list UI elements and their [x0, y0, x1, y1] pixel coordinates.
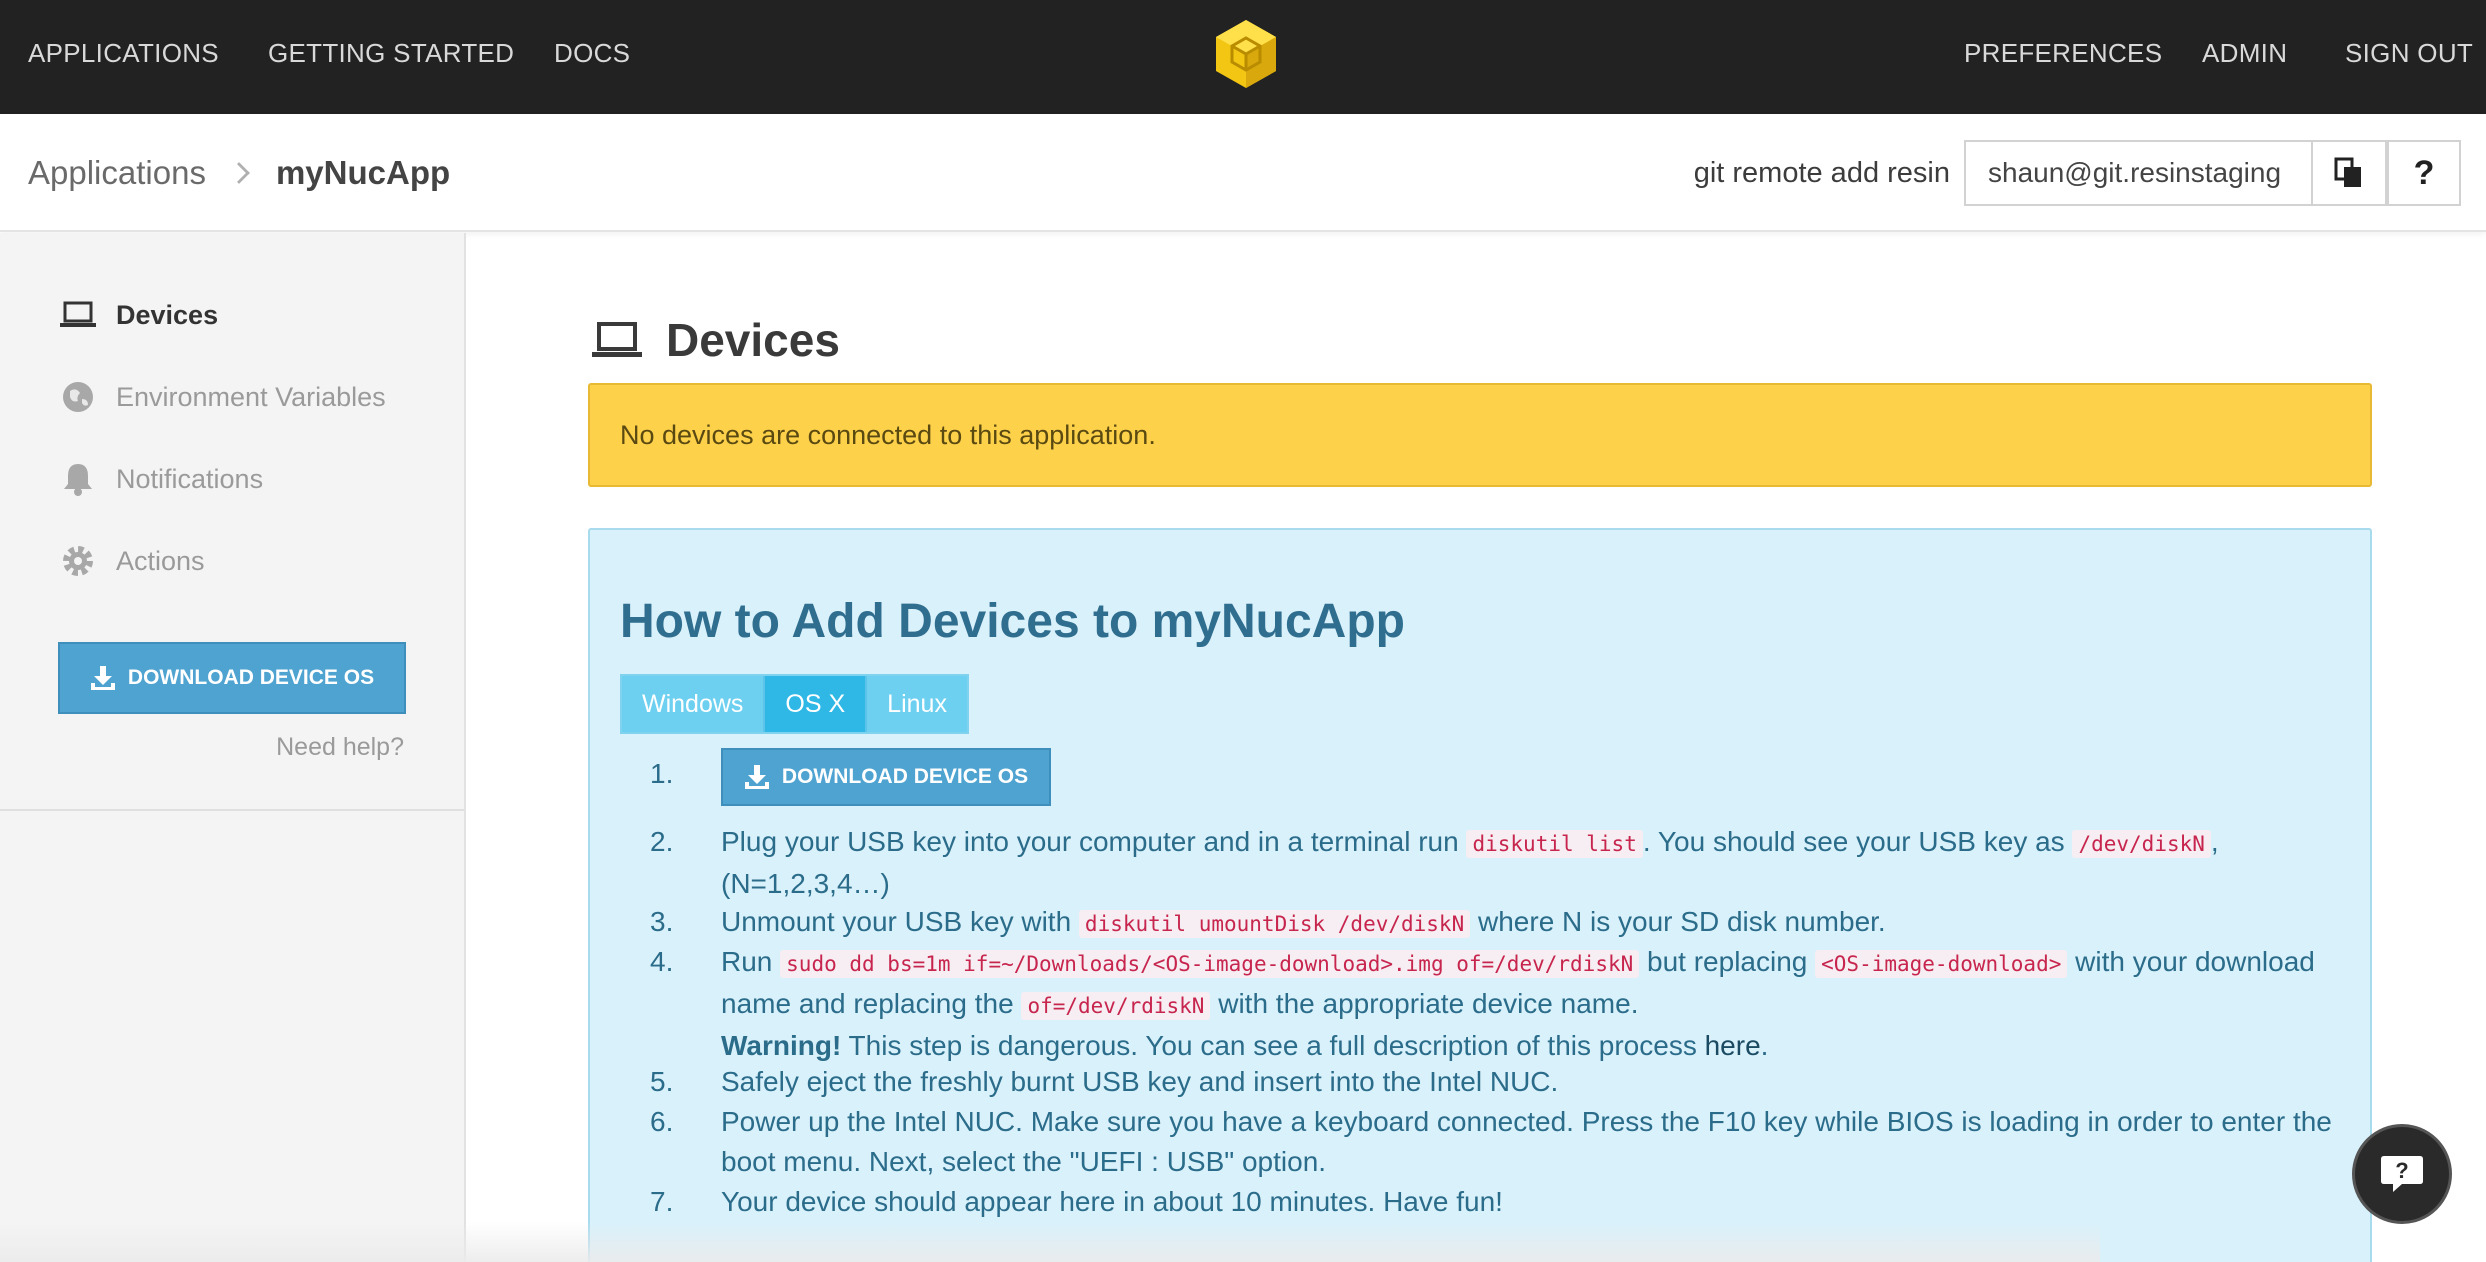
warning-label: Warning!: [721, 1030, 842, 1061]
sidebar-item-notifications[interactable]: Notifications: [58, 454, 263, 504]
sidebar-item-label: Environment Variables: [116, 381, 386, 412]
breadcrumb-applications[interactable]: Applications: [28, 154, 206, 192]
step-number: 5.: [650, 1066, 674, 1097]
globe-icon: [58, 379, 98, 415]
nav-admin[interactable]: ADMIN: [2202, 0, 2287, 114]
tab-windows[interactable]: Windows: [622, 676, 766, 732]
step-text: Plug your USB key into your computer and…: [721, 826, 1467, 857]
sidebar-item-devices[interactable]: Devices: [58, 290, 218, 340]
nav-docs[interactable]: DOCS: [554, 0, 630, 114]
sidebar: Devices Environment Variables Notificati…: [0, 233, 466, 1262]
page-title-text: Devices: [666, 314, 840, 366]
tab-os-x[interactable]: OS X: [765, 676, 868, 732]
help-question-label: ?: [2413, 153, 2435, 192]
sidebar-item-label: Notifications: [116, 463, 264, 494]
code-snippet: of=/dev/rdiskN: [1021, 992, 1211, 1020]
code-snippet: diskutil umountDisk /dev/diskN: [1078, 910, 1471, 938]
tab-linux[interactable]: Linux: [867, 676, 967, 732]
laptop-icon: [58, 297, 98, 333]
code-snippet: diskutil list: [1466, 830, 1643, 858]
download-button-label: DOWNLOAD DEVICE OS: [127, 666, 375, 689]
step-text: Unmount your USB key with: [721, 906, 1079, 937]
howto-panel: How to Add Devices to myNucApp Windows O…: [588, 528, 2372, 1262]
no-devices-alert: No devices are connected to this applica…: [588, 383, 2372, 487]
code-snippet: <OS-image-download>: [1815, 950, 2068, 978]
help-button[interactable]: ?: [2387, 140, 2461, 206]
top-navbar: APPLICATIONS GETTING STARTED DOCS PREFER…: [0, 0, 2486, 114]
nav-preferences[interactable]: PREFERENCES: [1964, 0, 2162, 114]
step-number: 1.: [650, 758, 674, 789]
step-text: . You should see your USB key as: [1642, 826, 2073, 857]
page-title: Devices: [592, 310, 840, 370]
download-button-label: DOWNLOAD DEVICE OS: [781, 765, 1029, 788]
step-text: .: [1760, 1030, 1769, 1061]
chevron-right-icon: [228, 162, 250, 184]
sidebar-divider: [0, 809, 464, 811]
copy-button[interactable]: [2311, 140, 2387, 206]
download-icon: [90, 666, 115, 690]
bottom-fade: [0, 1222, 2100, 1262]
sidebar-item-environment-variables[interactable]: Environment Variables: [58, 372, 386, 422]
step-text: Run: [721, 946, 781, 977]
step-text: Power up the Intel NUC. Make sure you ha…: [721, 1106, 2332, 1177]
code-snippet: sudo dd bs=1m if=~/Downloads/<OS-image-d…: [780, 950, 1640, 978]
sidebar-item-label: Devices: [116, 299, 219, 330]
step-number: 4.: [650, 946, 674, 977]
os-tabs: Windows OS X Linux: [620, 674, 969, 734]
chat-question-icon: ?: [2381, 1156, 2423, 1192]
git-remote-input[interactable]: [1964, 140, 2312, 206]
gear-icon: [58, 543, 98, 579]
nav-getting-started[interactable]: GETTING STARTED: [268, 0, 514, 114]
download-device-os-button[interactable]: DOWNLOAD DEVICE OS: [58, 642, 406, 714]
bell-icon: [58, 461, 98, 497]
description-link[interactable]: here: [1705, 1030, 1761, 1061]
step-number: 7.: [650, 1186, 674, 1217]
nav-sign-out[interactable]: SIGN OUT: [2345, 0, 2473, 114]
step-text: Your device should appear here in about …: [721, 1186, 1503, 1217]
laptop-icon: [592, 321, 644, 359]
howto-title: How to Add Devices to myNucApp: [620, 595, 1405, 648]
step-number: 2.: [650, 826, 674, 857]
code-snippet: /dev/diskN: [2072, 830, 2211, 858]
step-text: but replacing: [1639, 946, 1816, 977]
step-number: 3.: [650, 906, 674, 937]
breadcrumb-current-app: myNucApp: [275, 154, 451, 191]
nav-applications[interactable]: APPLICATIONS: [28, 0, 219, 114]
resin-logo-icon[interactable]: [1213, 18, 1279, 90]
breadcrumb: Applications myNucApp: [28, 114, 450, 232]
download-icon: [744, 765, 769, 789]
step-text: This step is dangerous. You can see a fu…: [841, 1030, 1705, 1061]
git-remote-label: git remote add resin: [1693, 157, 1950, 189]
need-help-link[interactable]: Need help?: [276, 733, 404, 762]
sidebar-item-actions[interactable]: Actions: [58, 536, 205, 586]
chat-support-button[interactable]: ?: [2352, 1124, 2452, 1224]
copy-icon: [2334, 157, 2361, 187]
sidebar-item-label: Actions: [116, 545, 205, 576]
step-number: 6.: [650, 1106, 674, 1137]
download-device-os-step-button[interactable]: DOWNLOAD DEVICE OS: [721, 748, 1051, 806]
step-text: with the appropriate device name.: [1210, 988, 1639, 1019]
svg-text:?: ?: [2395, 1158, 2408, 1183]
step-text: Safely eject the freshly burnt USB key a…: [721, 1066, 1559, 1097]
step-text: where N is your SD disk number.: [1470, 906, 1886, 937]
